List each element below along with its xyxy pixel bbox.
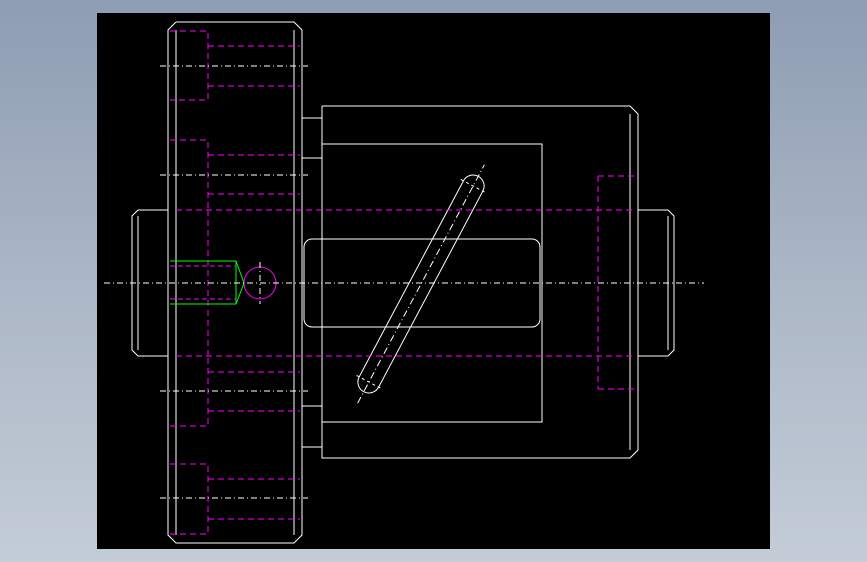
cad-application-window	[0, 0, 867, 562]
cad-drawing-canvas[interactable]	[0, 0, 867, 562]
model-viewport[interactable]	[97, 13, 770, 549]
